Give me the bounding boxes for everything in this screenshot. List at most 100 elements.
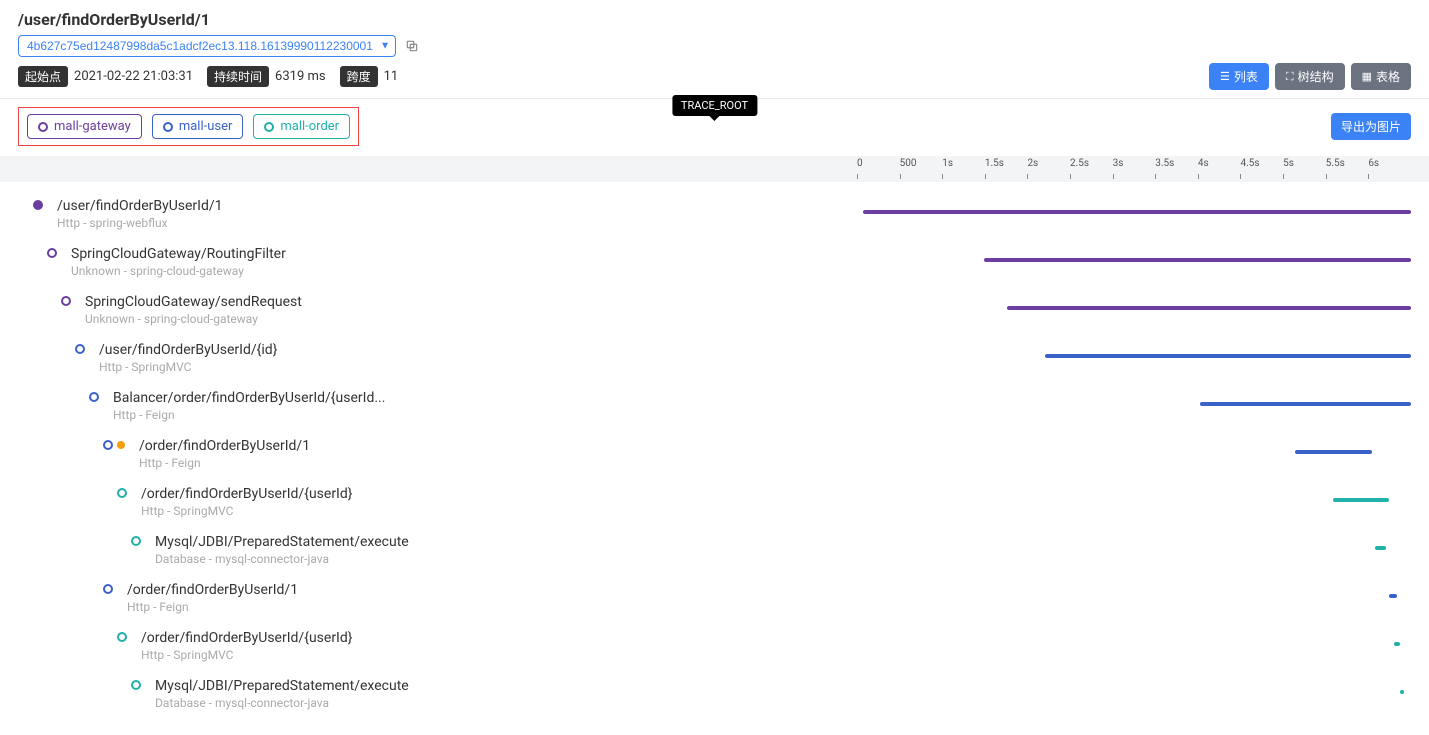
tree-icon: ⛶ <box>1286 70 1294 84</box>
service-chip-label: mall-user <box>179 119 233 134</box>
span-duration-bar <box>1394 642 1400 646</box>
span-name: /order/findOrderByUserId/{userId} <box>141 630 353 646</box>
span-row[interactable]: Mysql/JDBI/PreparedStatement/execute Data… <box>0 524 1429 572</box>
duration-label: 持续时间 <box>207 66 269 87</box>
service-color-icon <box>163 122 173 132</box>
span-row[interactable]: /user/findOrderByUserId/1 Http - spring-w… <box>0 188 1429 236</box>
ruler-tick: 6s <box>1368 156 1411 182</box>
service-chip-label: mall-gateway <box>54 119 131 134</box>
span-subtitle: Http - SpringMVC <box>141 648 353 662</box>
view-list-label: 列表 <box>1234 68 1258 85</box>
span-row[interactable]: SpringCloudGateway/sendRequest Unknown - … <box>0 284 1429 332</box>
span-dot-icon <box>103 584 113 594</box>
ruler-tick: 1s <box>942 156 985 182</box>
view-table-button[interactable]: ▦ 表格 <box>1351 63 1411 90</box>
service-chip[interactable]: mall-order <box>253 114 350 139</box>
span-bar-track <box>857 572 1411 620</box>
span-bar-track <box>857 620 1411 668</box>
timeline-ruler: 05001s1.5s2s2.5s3s3.5s4s4.5s5s5.5s6s <box>0 156 1429 182</box>
start-time-label: 起始点 <box>18 66 68 87</box>
span-bar-track <box>857 188 1411 236</box>
span-count-label: 跨度 <box>340 66 378 87</box>
span-duration-bar <box>1045 354 1411 358</box>
span-name: Mysql/JDBI/PreparedStatement/execute <box>155 534 409 550</box>
span-subtitle: Http - Feign <box>113 408 385 422</box>
span-dot-icon <box>33 200 43 210</box>
ruler-tick: 0 <box>857 156 900 182</box>
span-duration-bar <box>1375 546 1386 550</box>
trace-id-select[interactable]: 4b627c75ed12487998da5c1adcf2ec13.118.161… <box>18 35 396 57</box>
ruler-tick: 500 <box>900 156 943 182</box>
span-row[interactable]: /order/findOrderByUserId/{userId} Http - … <box>0 620 1429 668</box>
ruler-tick: 5s <box>1283 156 1326 182</box>
span-name: /user/findOrderByUserId/{id} <box>99 342 277 358</box>
span-bar-track <box>857 428 1411 476</box>
ruler-tick: 4s <box>1198 156 1241 182</box>
span-bar-track <box>857 236 1411 284</box>
span-list: /user/findOrderByUserId/1 Http - spring-w… <box>0 182 1429 716</box>
list-icon: ☰ <box>1220 70 1230 83</box>
span-row[interactable]: Balancer/order/findOrderByUserId/{userId… <box>0 380 1429 428</box>
span-dot-icon <box>89 392 99 402</box>
span-dot-icon <box>75 344 85 354</box>
view-list-button[interactable]: ☰ 列表 <box>1209 63 1269 90</box>
span-duration-bar <box>863 210 1411 214</box>
span-row[interactable]: SpringCloudGateway/RoutingFilter Unknown … <box>0 236 1429 284</box>
span-bar-track <box>857 332 1411 380</box>
span-subtitle: Http - SpringMVC <box>141 504 353 518</box>
span-duration-bar <box>984 258 1411 262</box>
span-subtitle: Unknown - spring-cloud-gateway <box>71 264 286 278</box>
span-name: SpringCloudGateway/RoutingFilter <box>71 246 286 262</box>
span-name: /user/findOrderByUserId/1 <box>57 198 223 214</box>
span-row[interactable]: /order/findOrderByUserId/1 Http - Feign <box>0 572 1429 620</box>
span-bar-track <box>857 380 1411 428</box>
span-dot-icon <box>47 248 57 258</box>
span-duration-bar <box>1295 450 1373 454</box>
span-duration-bar <box>1400 690 1404 694</box>
service-chip-label: mall-order <box>280 119 339 134</box>
span-dot-icon <box>103 440 125 450</box>
span-subtitle: Http - Feign <box>139 456 310 470</box>
span-bar-track <box>857 668 1411 716</box>
service-chip[interactable]: mall-gateway <box>27 114 142 139</box>
span-count-value: 11 <box>384 69 399 84</box>
span-dot-icon <box>117 632 127 642</box>
service-chip[interactable]: mall-user <box>152 114 244 139</box>
ruler-tick: 2.5s <box>1070 156 1113 182</box>
span-duration-bar <box>1333 498 1388 502</box>
view-tree-button[interactable]: ⛶ 树结构 <box>1275 63 1345 90</box>
copy-icon[interactable] <box>404 38 420 54</box>
span-subtitle: Http - Feign <box>127 600 298 614</box>
span-dot-icon <box>61 296 71 306</box>
services-legend: mall-gateway mall-user mall-order <box>18 107 359 146</box>
ruler-tick: 1.5s <box>985 156 1028 182</box>
span-bar-track <box>857 284 1411 332</box>
ruler-tick: 5.5s <box>1326 156 1369 182</box>
span-name: /order/findOrderByUserId/1 <box>127 582 298 598</box>
span-subtitle: Unknown - spring-cloud-gateway <box>85 312 302 326</box>
table-icon: ▦ <box>1362 70 1372 83</box>
span-duration-bar <box>1200 402 1411 406</box>
span-bar-track <box>857 476 1411 524</box>
span-dot-icon <box>117 488 127 498</box>
span-subtitle: Database - mysql-connector-java <box>155 552 409 566</box>
service-color-icon <box>264 122 274 132</box>
span-subtitle: Database - mysql-connector-java <box>155 696 409 710</box>
ruler-tick: 2s <box>1027 156 1070 182</box>
start-time-value: 2021-02-22 21:03:31 <box>74 69 193 84</box>
span-dot-icon <box>131 536 141 546</box>
span-row[interactable]: /order/findOrderByUserId/1Http - Feign <box>0 428 1429 476</box>
trace-root-badge: TRACE_ROOT <box>672 95 757 116</box>
span-subtitle: Http - spring-webflux <box>57 216 223 230</box>
span-row[interactable]: /order/findOrderByUserId/{userId}Http - … <box>0 476 1429 524</box>
span-name: SpringCloudGateway/sendRequest <box>85 294 302 310</box>
view-table-label: 表格 <box>1376 68 1400 85</box>
export-image-button[interactable]: 导出为图片 <box>1331 113 1411 140</box>
span-duration-bar <box>1389 594 1397 598</box>
span-name: Balancer/order/findOrderByUserId/{userId… <box>113 390 385 406</box>
span-bar-track <box>857 524 1411 572</box>
ruler-tick: 3.5s <box>1155 156 1198 182</box>
span-row[interactable]: /user/findOrderByUserId/{id}Http - Sprin… <box>0 332 1429 380</box>
span-name: Mysql/JDBI/PreparedStatement/execute <box>155 678 409 694</box>
span-row[interactable]: Mysql/JDBI/PreparedStatement/execute Data… <box>0 668 1429 716</box>
